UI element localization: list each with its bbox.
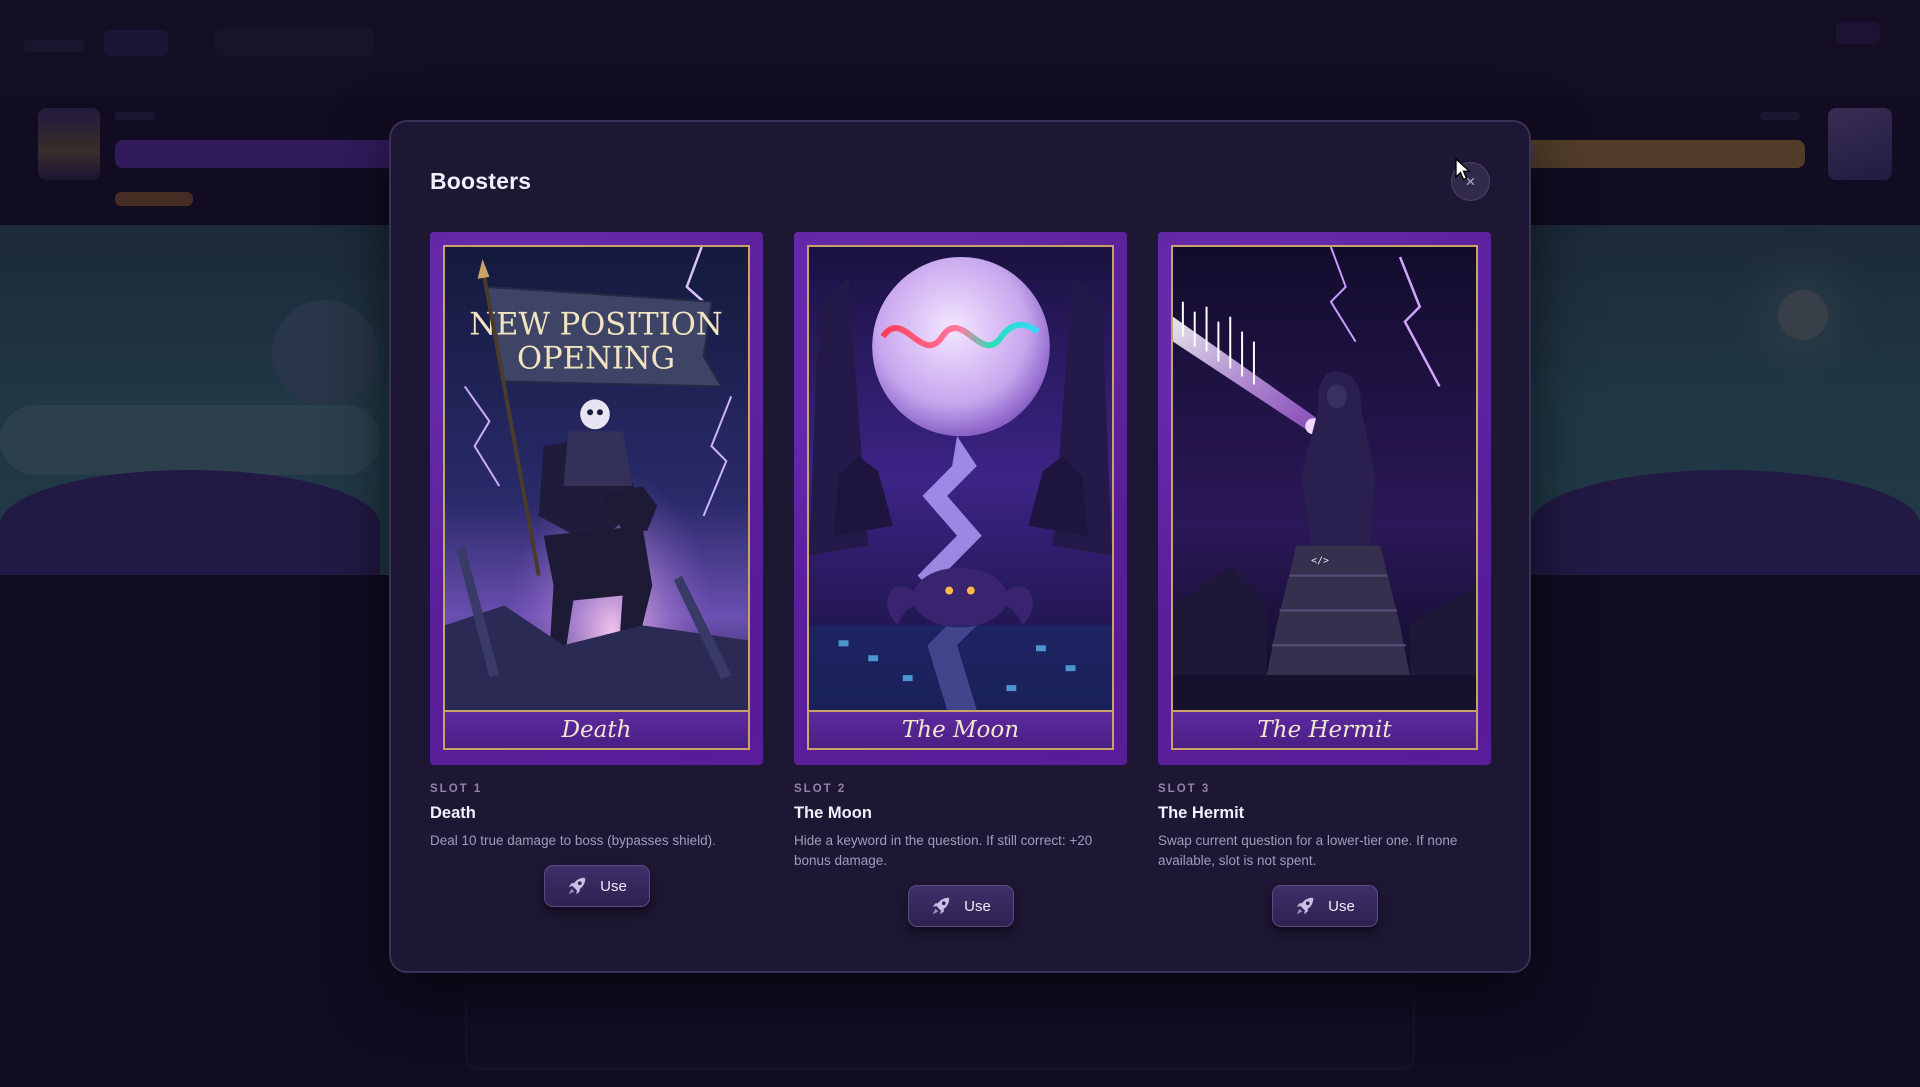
booster-card-death: NEW POSITION OPENING Death SLOT 1 Death … bbox=[430, 232, 763, 907]
booster-name: Death bbox=[430, 804, 476, 822]
use-booster-button[interactable]: Use bbox=[1271, 885, 1378, 927]
tarot-caption: Death bbox=[443, 710, 750, 750]
tarot-card[interactable]: The Moon bbox=[794, 232, 1127, 765]
rocket-icon bbox=[568, 877, 586, 895]
tarot-card[interactable]: NEW POSITION OPENING Death bbox=[430, 232, 763, 765]
death-rider-illustration: NEW POSITION OPENING bbox=[445, 247, 748, 710]
slot-label: SLOT 1 bbox=[430, 783, 483, 795]
booster-description: Deal 10 true damage to boss (bypasses sh… bbox=[430, 833, 716, 848]
tarot-caption: The Hermit bbox=[1171, 710, 1478, 750]
hermit-illustration: </> bbox=[1173, 247, 1476, 710]
code-tag: </> bbox=[1311, 556, 1329, 567]
booster-name: The Hermit bbox=[1158, 804, 1245, 822]
banner-text-line1: NEW POSITION bbox=[469, 306, 722, 342]
rocket-icon bbox=[932, 897, 950, 915]
slot-label: SLOT 3 bbox=[1158, 783, 1211, 795]
booster-card-the-moon: The Moon SLOT 2 The Moon Hide a keyword … bbox=[794, 232, 1127, 927]
mouse-cursor-icon bbox=[1455, 158, 1472, 181]
banner-text-line2: OPENING bbox=[517, 340, 675, 376]
tarot-card[interactable]: </> The Hermit bbox=[1158, 232, 1491, 765]
use-booster-button[interactable]: Use bbox=[543, 865, 650, 907]
tarot-caption: The Moon bbox=[807, 710, 1114, 750]
rocket-icon bbox=[1296, 897, 1314, 915]
use-button-label: Use bbox=[1328, 897, 1355, 915]
tarot-art-the-hermit: </> bbox=[1171, 245, 1478, 710]
booster-name: The Moon bbox=[794, 804, 872, 822]
use-button-label: Use bbox=[964, 897, 991, 915]
booster-description: Swap current question for a lower-tier o… bbox=[1158, 833, 1458, 868]
modal-title: Boosters bbox=[430, 168, 532, 194]
use-booster-button[interactable]: Use bbox=[907, 885, 1014, 927]
boosters-modal: Boosters × NEW POSITION OPENING Death SL… bbox=[389, 120, 1531, 973]
tarot-art-death: NEW POSITION OPENING bbox=[443, 245, 750, 710]
booster-card-the-hermit: </> The Hermit SLOT 3 The Hermit Swap cu… bbox=[1158, 232, 1491, 927]
moon-crab-illustration bbox=[809, 247, 1112, 710]
slot-label: SLOT 2 bbox=[794, 783, 847, 795]
use-button-label: Use bbox=[600, 877, 627, 895]
booster-description: Hide a keyword in the question. If still… bbox=[794, 833, 1093, 868]
tarot-art-the-moon bbox=[807, 245, 1114, 710]
